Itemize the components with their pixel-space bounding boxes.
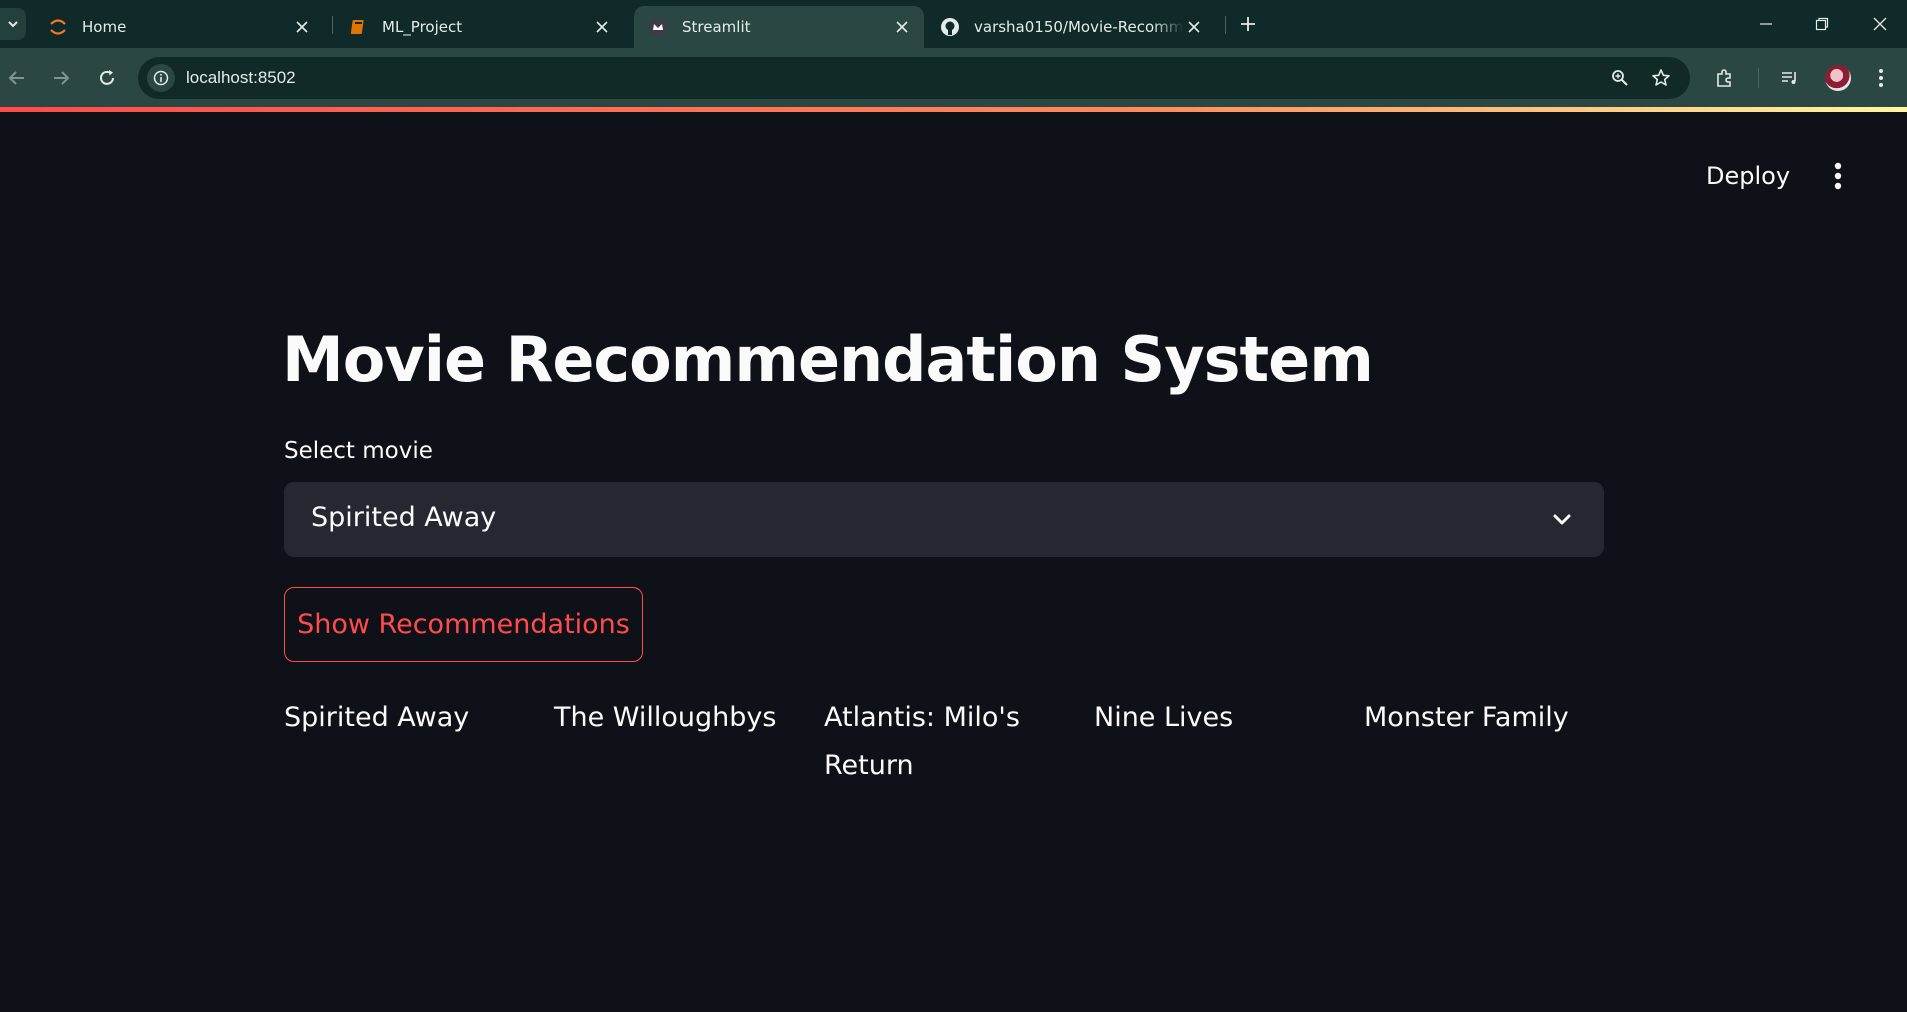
- close-icon[interactable]: [1184, 17, 1204, 37]
- tab-title: Streamlit: [682, 18, 751, 36]
- site-info-icon[interactable]: [147, 64, 175, 92]
- recommendation-item: Nine Lives: [1094, 702, 1234, 733]
- url-text: localhost:8502: [186, 68, 296, 87]
- page-title: Movie Recommendation System: [282, 323, 1374, 396]
- recommendation-item: Atlantis: Milo's Return: [824, 702, 1020, 781]
- zoom-icon[interactable]: [1608, 66, 1632, 90]
- tab-title: ML_Project: [382, 18, 463, 36]
- tab-title: varsha0150/Movie-Recommendation: [974, 18, 1184, 36]
- close-icon[interactable]: [592, 17, 612, 37]
- tab-strip: Home ML_Project Streamlit varsha0150/Mov…: [0, 0, 1907, 48]
- tab-ml-project[interactable]: ML_Project: [334, 6, 624, 48]
- minimize-icon: [1760, 23, 1772, 25]
- forward-button[interactable]: [46, 63, 76, 93]
- movie-selectbox[interactable]: Spirited Away: [284, 482, 1604, 557]
- recommendation-item: Spirited Away: [284, 702, 470, 733]
- new-tab-button[interactable]: [1236, 12, 1260, 36]
- deploy-button[interactable]: Deploy: [1694, 156, 1802, 196]
- arrow-left-icon: [8, 71, 24, 85]
- show-recommendations-button[interactable]: Show Recommendations: [284, 587, 643, 662]
- streamlit-decoration-bar: [0, 107, 1907, 112]
- select-movie-label: Select movie: [284, 438, 433, 464]
- close-icon[interactable]: [292, 17, 312, 37]
- media-control-icon[interactable]: [1776, 64, 1804, 92]
- recommendation-item: Monster Family: [1364, 702, 1569, 733]
- reload-button[interactable]: [92, 63, 122, 93]
- arrow-right-icon: [54, 71, 70, 85]
- extensions-icon[interactable]: [1711, 64, 1739, 92]
- toolbar-separator: [1758, 68, 1759, 88]
- app-menu-button[interactable]: [1822, 158, 1854, 194]
- bookmark-star-icon[interactable]: [1649, 66, 1673, 90]
- close-icon: [1873, 17, 1887, 31]
- tab-separator: [332, 16, 333, 34]
- tab-search-button[interactable]: [0, 8, 26, 40]
- recommendation-item: The Willoughbys: [554, 702, 777, 733]
- tab-separator: [1225, 16, 1226, 34]
- plus-icon: [1241, 17, 1255, 31]
- reload-icon: [100, 70, 114, 85]
- kebab-menu-icon: [1834, 162, 1842, 190]
- selected-movie-value: Spirited Away: [311, 502, 497, 533]
- chevron-down-icon[interactable]: [1550, 508, 1574, 532]
- close-icon[interactable]: [892, 17, 912, 37]
- tab-github[interactable]: varsha0150/Movie-Recommendation: [926, 6, 1216, 48]
- back-button[interactable]: [2, 63, 32, 93]
- streamlit-icon: [648, 17, 668, 37]
- jupyter-icon: [48, 17, 68, 37]
- browser-toolbar: localhost:8502: [0, 48, 1907, 110]
- restore-button[interactable]: [1808, 10, 1836, 38]
- tab-title: Home: [82, 18, 127, 36]
- window-close-button[interactable]: [1866, 10, 1894, 38]
- github-icon: [940, 17, 960, 37]
- notebook-icon: [348, 17, 368, 37]
- chevron-down-icon: [8, 21, 18, 28]
- tab-streamlit[interactable]: Streamlit: [634, 6, 924, 48]
- restore-icon: [1815, 17, 1829, 31]
- tab-home[interactable]: Home: [34, 6, 324, 48]
- address-bar[interactable]: localhost:8502: [138, 57, 1690, 99]
- minimize-button[interactable]: [1752, 10, 1780, 38]
- profile-avatar[interactable]: [1825, 65, 1851, 91]
- browser-menu-icon[interactable]: [1867, 64, 1895, 92]
